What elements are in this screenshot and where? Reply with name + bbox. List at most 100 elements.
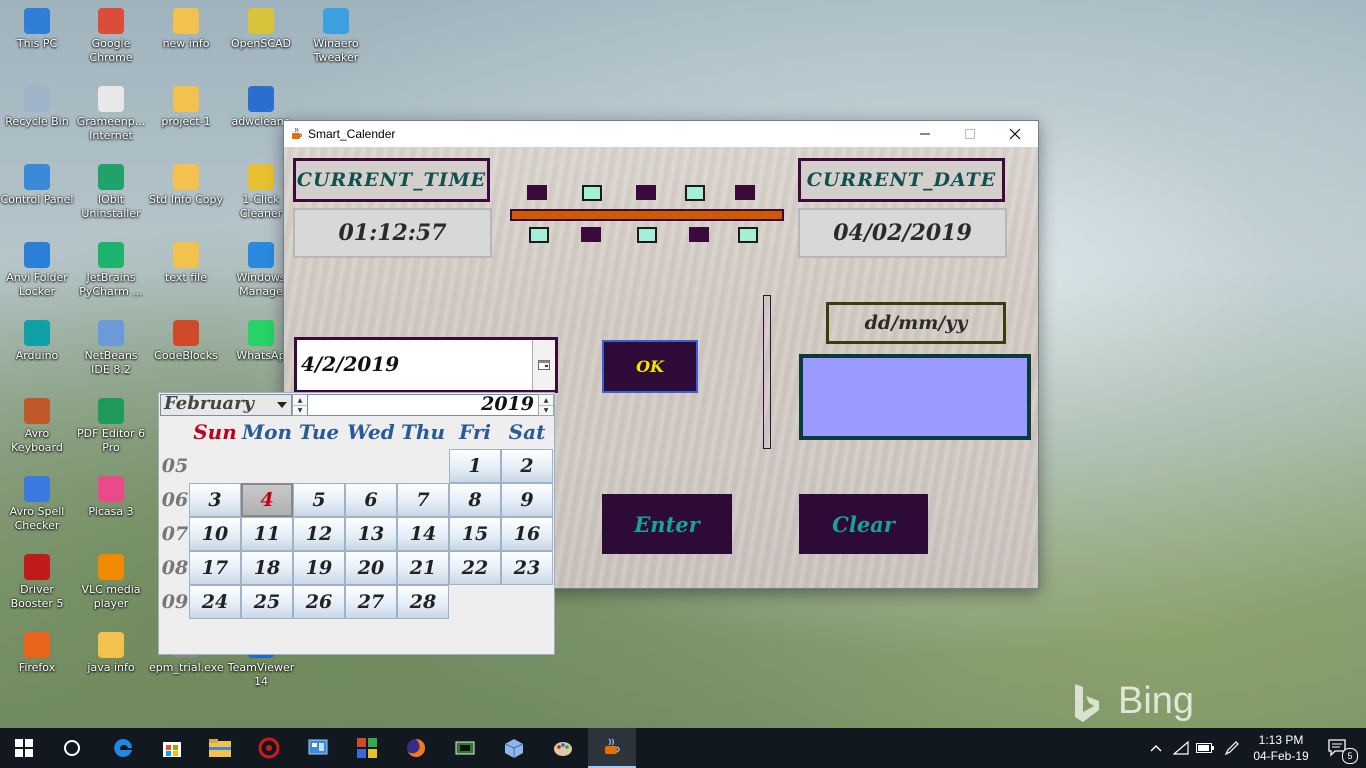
- start-button[interactable]: [0, 728, 48, 768]
- calendar-day[interactable]: 2: [501, 449, 553, 483]
- calendar-day[interactable]: 24: [189, 585, 241, 619]
- chip-icon: [455, 741, 475, 755]
- desktop-icon[interactable]: CodeBlocks: [149, 316, 223, 363]
- calendar-day[interactable]: 11: [241, 517, 293, 551]
- month-spinner[interactable]: ▲ ▼: [292, 394, 308, 416]
- desktop-icon[interactable]: JetBrains PyCharm ...: [74, 238, 148, 299]
- ok-button[interactable]: OK: [602, 340, 698, 393]
- desktop-icon-label: VLC media player: [81, 583, 141, 610]
- taskbar-chip-app[interactable]: [441, 728, 489, 768]
- desktop-icon[interactable]: PDF Editor 6 Pro: [74, 394, 148, 455]
- app-icon: [24, 242, 50, 268]
- calendar-day[interactable]: 1: [449, 449, 501, 483]
- calendar-day[interactable]: 22: [449, 551, 501, 585]
- date-picker-button[interactable]: [532, 340, 555, 390]
- weekday-header: Tue: [298, 420, 340, 444]
- calendar-day[interactable]: 17: [189, 551, 241, 585]
- desktop-icon[interactable]: Picasa 3: [74, 472, 148, 519]
- taskbar-paint[interactable]: [539, 728, 587, 768]
- calendar-day[interactable]: 13: [345, 517, 397, 551]
- clear-button[interactable]: Clear: [799, 494, 928, 554]
- taskbar-edge[interactable]: [99, 728, 147, 768]
- java-cup-icon: [292, 127, 303, 139]
- calendar-day[interactable]: 5: [293, 483, 345, 517]
- taskbar-netbeans[interactable]: [490, 728, 538, 768]
- tray-expand-button[interactable]: [1146, 728, 1166, 768]
- date-picker-field[interactable]: 4/2/2019: [294, 337, 558, 393]
- desktop-icon[interactable]: new info: [149, 4, 223, 51]
- taskbar-codeblocks[interactable]: [343, 728, 391, 768]
- dropdown-arrow-button[interactable]: [273, 396, 291, 414]
- calendar-day[interactable]: 7: [397, 483, 449, 517]
- taskbar-file-explorer[interactable]: [196, 728, 244, 768]
- desktop-icon[interactable]: Firefox: [0, 628, 74, 675]
- calendar-day[interactable]: 19: [293, 551, 345, 585]
- taskbar-store[interactable]: [148, 728, 196, 768]
- desktop-icon[interactable]: Arduino: [0, 316, 74, 363]
- desktop-icon[interactable]: text file: [149, 238, 223, 285]
- year-spinner[interactable]: ▲ ▼: [538, 394, 554, 416]
- calendar-day[interactable]: 26: [293, 585, 345, 619]
- desktop-icon[interactable]: Anvi Folder Locker: [0, 238, 74, 299]
- enter-button[interactable]: Enter: [602, 494, 732, 554]
- app-icon: [98, 164, 124, 190]
- maximize-button[interactable]: [947, 121, 993, 147]
- chevron-up-icon: [1150, 745, 1162, 752]
- calendar-day[interactable]: 14: [397, 517, 449, 551]
- desktop-icon[interactable]: project-1: [149, 82, 223, 129]
- tray-network[interactable]: [1170, 728, 1192, 768]
- calendar-day[interactable]: 25: [241, 585, 293, 619]
- desktop-icon[interactable]: Control Panel: [0, 160, 74, 207]
- calendar-day[interactable]: 6: [345, 483, 397, 517]
- desktop-icon[interactable]: java info: [74, 628, 148, 675]
- calendar-day[interactable]: 21: [397, 551, 449, 585]
- desktop-icon[interactable]: Grameenp... Internet: [74, 82, 148, 143]
- desktop-icon[interactable]: Avro Spell Checker: [0, 472, 74, 533]
- window-titlebar[interactable]: Smart_Calender: [284, 121, 1038, 147]
- desktop-icon[interactable]: NetBeans IDE 8.2: [74, 316, 148, 377]
- year-field[interactable]: 2019: [307, 393, 539, 416]
- calendar-day[interactable]: 8: [449, 483, 501, 517]
- search-button[interactable]: [48, 728, 96, 768]
- calendar-day[interactable]: 16: [501, 517, 553, 551]
- desktop-icon[interactable]: Avro Keyboard: [0, 394, 74, 455]
- taskbar-clock[interactable]: 1:13 PM 04-Feb-19: [1248, 732, 1314, 764]
- taskbar-java-app[interactable]: [588, 728, 636, 768]
- minimize-button[interactable]: [902, 121, 948, 147]
- calendar-day[interactable]: 9: [501, 483, 553, 517]
- desktop-icon[interactable]: Recycle Bin: [0, 82, 74, 129]
- calendar-day[interactable]: 15: [449, 517, 501, 551]
- desktop-icon[interactable]: Google Chrome: [74, 4, 148, 65]
- calendar-day[interactable]: 18: [241, 551, 293, 585]
- taskbar-control-panel[interactable]: [294, 728, 342, 768]
- tray-battery[interactable]: [1194, 728, 1216, 768]
- windows-logo-icon: [15, 739, 33, 757]
- calendar-day[interactable]: 23: [501, 551, 553, 585]
- calendar-day[interactable]: 10: [189, 517, 241, 551]
- spin-down-icon[interactable]: ▼: [293, 405, 307, 415]
- desktop-icon[interactable]: Driver Booster 5: [0, 550, 74, 611]
- desktop-icon[interactable]: Std Info Copy: [149, 160, 223, 207]
- desktop-icon[interactable]: IObit Uninstaller: [74, 160, 148, 221]
- desktop-icon[interactable]: Winaero Tweaker: [299, 4, 373, 65]
- calendar-day[interactable]: 20: [345, 551, 397, 585]
- desktop-icon[interactable]: VLC media player: [74, 550, 148, 611]
- search-circle-icon: [64, 740, 80, 756]
- taskbar-firefox[interactable]: [392, 728, 440, 768]
- tray-pen[interactable]: [1220, 728, 1244, 768]
- calendar-day[interactable]: 3: [189, 483, 241, 517]
- app-icon: [323, 8, 349, 34]
- app-icon: [24, 632, 50, 658]
- desktop-icon[interactable]: OpenSCAD: [224, 4, 298, 51]
- taskbar-driver-booster[interactable]: [245, 728, 293, 768]
- month-dropdown[interactable]: February: [160, 394, 292, 416]
- calendar-day[interactable]: 28: [397, 585, 449, 619]
- calendar-day[interactable]: 27: [345, 585, 397, 619]
- spin-down-icon[interactable]: ▼: [539, 405, 553, 415]
- calendar-day[interactable]: 12: [293, 517, 345, 551]
- close-button[interactable]: [992, 121, 1038, 147]
- app-icon: [24, 398, 50, 424]
- calendar-day[interactable]: 4: [241, 483, 293, 517]
- action-center-button[interactable]: 5: [1318, 728, 1358, 768]
- desktop-icon[interactable]: This PC: [0, 4, 74, 51]
